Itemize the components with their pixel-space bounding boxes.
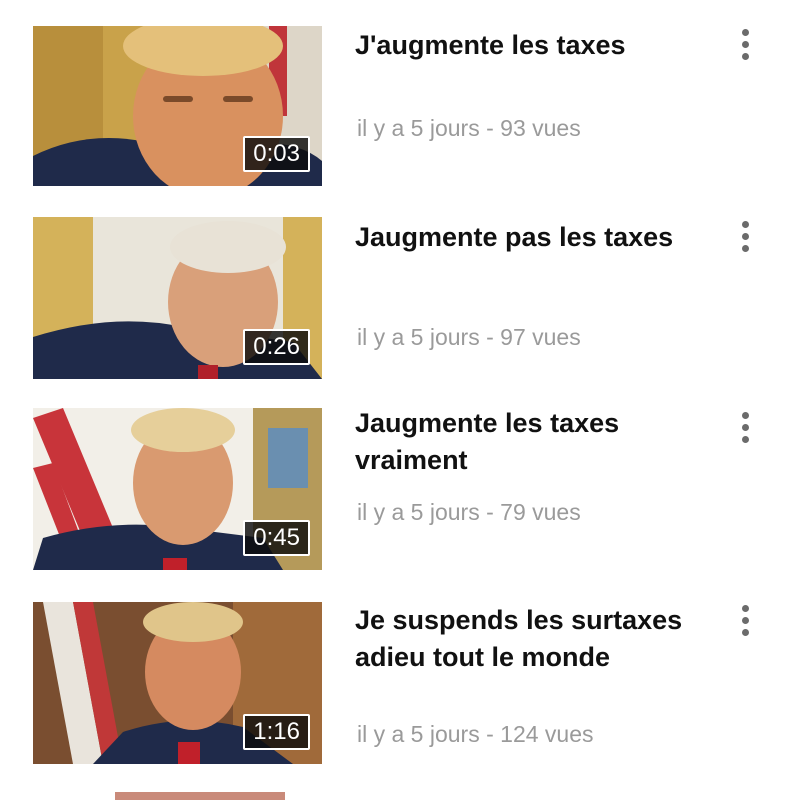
video-duration: 1:16 — [243, 714, 310, 750]
next-thumbnail-edge — [115, 792, 285, 800]
video-thumbnail[interactable]: 1:16 — [33, 602, 322, 764]
video-item[interactable]: 1:16 Je suspends les surtaxes adieu tout… — [0, 590, 800, 790]
vertical-ellipsis-icon — [741, 28, 749, 36]
video-duration: 0:03 — [243, 136, 310, 172]
video-thumbnail[interactable]: 0:45 — [33, 408, 322, 570]
vertical-ellipsis-icon — [741, 220, 749, 228]
video-meta: il y a 5 jours - 124 vues — [357, 721, 594, 747]
video-list: 0:03 J'augmente les taxes il y a 5 jours… — [0, 0, 800, 800]
video-duration: 0:45 — [243, 520, 310, 556]
video-meta: il y a 5 jours - 93 vues — [357, 115, 581, 141]
more-options-button[interactable] — [730, 20, 760, 68]
video-thumbnail[interactable]: 0:26 — [33, 217, 322, 379]
video-thumbnail[interactable]: 0:03 — [33, 26, 322, 186]
video-title[interactable]: Je suspends les surtaxes adieu tout le m… — [355, 602, 725, 676]
video-meta: il y a 5 jours - 97 vues — [357, 324, 581, 350]
video-item[interactable]: 0:26 Jaugmente pas les taxes il y a 5 jo… — [0, 200, 800, 395]
more-options-button[interactable] — [730, 403, 760, 451]
video-meta: il y a 5 jours - 79 vues — [357, 499, 581, 525]
video-item[interactable]: 0:03 J'augmente les taxes il y a 5 jours… — [0, 0, 800, 200]
video-title[interactable]: J'augmente les taxes — [355, 27, 725, 64]
video-item[interactable]: 0:45 Jaugmente les taxes vraiment il y a… — [0, 395, 800, 590]
more-options-button[interactable] — [730, 596, 760, 644]
vertical-ellipsis-icon — [741, 411, 749, 419]
video-duration: 0:26 — [243, 329, 310, 365]
more-options-button[interactable] — [730, 212, 760, 260]
vertical-ellipsis-icon — [741, 604, 749, 612]
video-title[interactable]: Jaugmente les taxes vraiment — [355, 405, 725, 479]
video-title[interactable]: Jaugmente pas les taxes — [355, 219, 725, 256]
